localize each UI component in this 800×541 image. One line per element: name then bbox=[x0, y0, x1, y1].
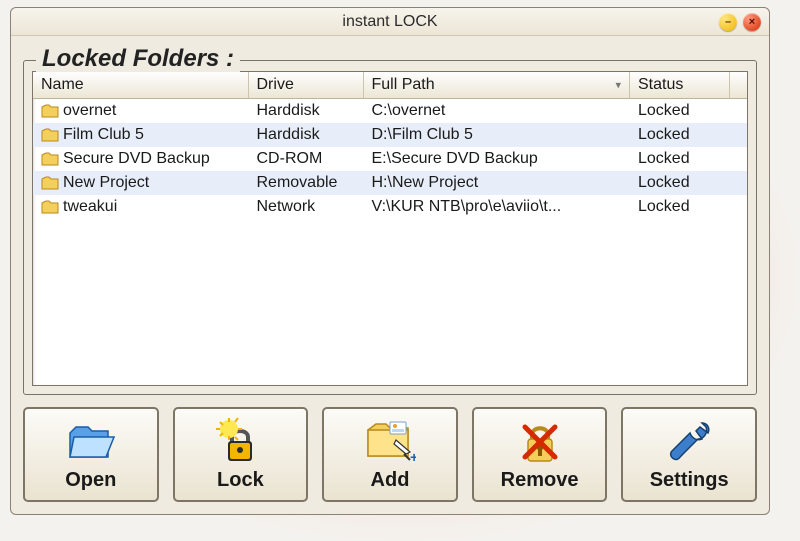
sort-descending-icon: ▾ bbox=[615, 79, 621, 92]
folder-table[interactable]: Name Drive Full Path ▾ Status overnet Har… bbox=[32, 71, 748, 386]
cell-drive: Harddisk bbox=[248, 123, 363, 147]
column-header-name[interactable]: Name bbox=[33, 72, 248, 99]
group-title: Locked Folders : bbox=[36, 45, 240, 73]
folder-icon bbox=[41, 152, 59, 166]
column-header-status[interactable]: Status bbox=[630, 72, 730, 99]
cell-drive: Network bbox=[248, 195, 363, 219]
toolbar: Open bbox=[23, 407, 757, 502]
cell-path: C:\overnet bbox=[363, 99, 630, 124]
table-row[interactable]: overnet HarddiskC:\overnetLocked bbox=[33, 99, 747, 124]
settings-button-label: Settings bbox=[650, 469, 729, 492]
lock-button-label: Lock bbox=[217, 469, 264, 492]
table-row[interactable]: New Project RemovableH:\New ProjectLocked bbox=[33, 171, 747, 195]
column-header-spacer bbox=[730, 72, 747, 99]
table-row[interactable]: tweakui NetworkV:\KUR NTB\pro\e\aviio\t..… bbox=[33, 195, 747, 219]
window-title: instant LOCK bbox=[11, 13, 769, 31]
cell-drive: Harddisk bbox=[248, 99, 363, 124]
titlebar[interactable]: instant LOCK – × bbox=[11, 8, 769, 36]
remove-button[interactable]: Remove bbox=[472, 407, 608, 502]
cell-status: Locked bbox=[630, 195, 730, 219]
remove-button-label: Remove bbox=[501, 469, 579, 492]
app-window: instant LOCK – × Locked Folders : bbox=[10, 7, 770, 515]
remove-lock-icon bbox=[514, 417, 566, 465]
add-button-label: Add bbox=[371, 469, 410, 492]
table-row[interactable]: Secure DVD Backup CD-ROME:\Secure DVD Bac… bbox=[33, 147, 747, 171]
add-button[interactable]: + Add bbox=[322, 407, 458, 502]
settings-button[interactable]: Settings bbox=[621, 407, 757, 502]
svg-text:+: + bbox=[410, 449, 416, 464]
folder-icon bbox=[41, 200, 59, 214]
locked-folders-group: Locked Folders : Name Drive bbox=[23, 60, 757, 395]
cell-name: Film Club 5 bbox=[63, 126, 144, 144]
cell-path: E:\Secure DVD Backup bbox=[363, 147, 630, 171]
cell-status: Locked bbox=[630, 123, 730, 147]
cell-path: D:\Film Club 5 bbox=[363, 123, 630, 147]
add-folder-icon: + bbox=[364, 417, 416, 465]
minimize-icon[interactable]: – bbox=[719, 13, 737, 31]
table-row[interactable]: Film Club 5 HarddiskD:\Film Club 5Locked bbox=[33, 123, 747, 147]
cell-status: Locked bbox=[630, 147, 730, 171]
cell-path: V:\KUR NTB\pro\e\aviio\t... bbox=[363, 195, 630, 219]
column-header-drive[interactable]: Drive bbox=[248, 72, 363, 99]
cell-status: Locked bbox=[630, 99, 730, 124]
wrench-icon bbox=[663, 417, 715, 465]
cell-drive: Removable bbox=[248, 171, 363, 195]
open-folder-icon bbox=[65, 417, 117, 465]
close-icon[interactable]: × bbox=[743, 13, 761, 31]
cell-name: Secure DVD Backup bbox=[63, 150, 210, 168]
cell-status: Locked bbox=[630, 171, 730, 195]
column-header-fullpath[interactable]: Full Path ▾ bbox=[363, 72, 630, 99]
folder-icon bbox=[41, 128, 59, 142]
cell-name: tweakui bbox=[63, 198, 117, 216]
open-button-label: Open bbox=[65, 469, 116, 492]
cell-drive: CD-ROM bbox=[248, 147, 363, 171]
lock-button[interactable]: Lock bbox=[173, 407, 309, 502]
table-header-row: Name Drive Full Path ▾ Status bbox=[33, 72, 747, 99]
cell-name: overnet bbox=[63, 102, 116, 120]
cell-name: New Project bbox=[63, 174, 149, 192]
folder-icon bbox=[41, 104, 59, 118]
lock-icon bbox=[214, 417, 266, 465]
column-header-fullpath-label: Full Path bbox=[372, 76, 435, 93]
folder-icon bbox=[41, 176, 59, 190]
cell-path: H:\New Project bbox=[363, 171, 630, 195]
open-button[interactable]: Open bbox=[23, 407, 159, 502]
